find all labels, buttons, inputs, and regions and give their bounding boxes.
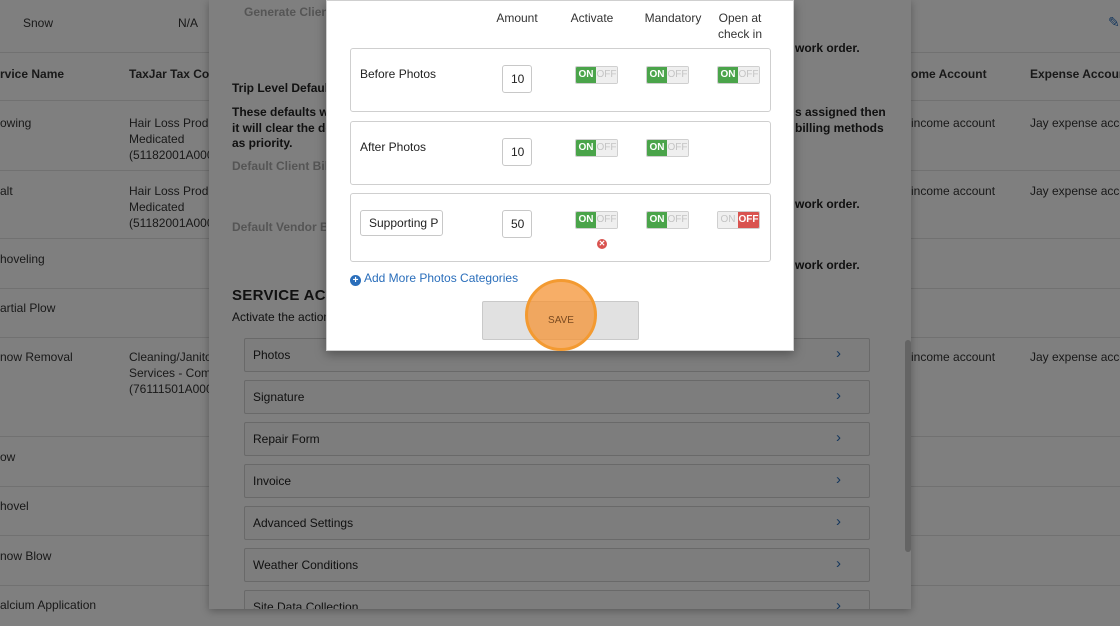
toggle-off-label: OFF xyxy=(738,67,759,83)
category-name-input[interactable]: Supporting P xyxy=(360,210,443,236)
column-amount: Amount xyxy=(496,11,538,25)
column-activate: Activate xyxy=(570,11,614,25)
toggle-on-label: ON xyxy=(718,212,738,228)
toggle-off-label: OFF xyxy=(667,67,688,83)
column-open-line1: Open at xyxy=(718,11,762,25)
toggle-on-label: ON xyxy=(647,140,667,156)
amount-input[interactable]: 10 xyxy=(502,138,532,166)
mandatory-toggle[interactable]: ON OFF xyxy=(646,139,689,157)
save-label: SAVE xyxy=(548,315,574,326)
toggle-off-label: OFF xyxy=(596,212,617,228)
remove-category-icon[interactable]: ✕ xyxy=(597,239,607,249)
add-more-label: Add More Photos Categories xyxy=(364,271,519,285)
toggle-off-label: OFF xyxy=(667,140,688,156)
toggle-on-label: ON xyxy=(576,212,596,228)
mandatory-toggle[interactable]: ON OFF xyxy=(646,211,689,229)
photo-category-before: Before Photos 10 ON OFF ON OFF ON OFF xyxy=(350,48,771,112)
open-at-check-in-toggle[interactable]: ON OFF xyxy=(717,211,760,229)
category-label: Before Photos xyxy=(360,67,437,81)
column-open-at-check-in: Open at check in xyxy=(714,10,766,42)
toggle-off-label: OFF xyxy=(596,140,617,156)
plus-circle-icon: + xyxy=(350,275,361,286)
toggle-off-label: OFF xyxy=(738,212,759,228)
amount-input[interactable]: 10 xyxy=(502,65,532,93)
toggle-on-label: ON xyxy=(647,212,667,228)
mandatory-toggle[interactable]: ON OFF xyxy=(646,66,689,84)
photo-category-after: After Photos 10 ON OFF ON OFF xyxy=(350,121,771,185)
add-more-photo-categories-link[interactable]: + Add More Photos Categories xyxy=(350,271,518,286)
activate-toggle[interactable]: ON OFF xyxy=(575,211,618,229)
column-open-line2: check in xyxy=(717,27,763,41)
activate-toggle[interactable]: ON OFF xyxy=(575,66,618,84)
toggle-off-label: OFF xyxy=(667,212,688,228)
click-indicator: SAVE xyxy=(525,279,597,351)
category-label: After Photos xyxy=(360,140,427,154)
toggle-on-label: ON xyxy=(576,140,596,156)
toggle-off-label: OFF xyxy=(596,67,617,83)
photo-categories-modal: Amount Activate Mandatory Open at check … xyxy=(326,0,794,351)
activate-toggle[interactable]: ON OFF xyxy=(575,139,618,157)
column-mandatory: Mandatory xyxy=(644,11,702,25)
photo-category-supporting: Supporting P 50 ON OFF ON OFF ON OFF ✕ xyxy=(350,193,771,262)
toggle-on-label: ON xyxy=(647,67,667,83)
amount-input[interactable]: 50 xyxy=(502,210,532,238)
open-at-check-in-toggle[interactable]: ON OFF xyxy=(717,66,760,84)
toggle-on-label: ON xyxy=(718,67,738,83)
toggle-on-label: ON xyxy=(576,67,596,83)
